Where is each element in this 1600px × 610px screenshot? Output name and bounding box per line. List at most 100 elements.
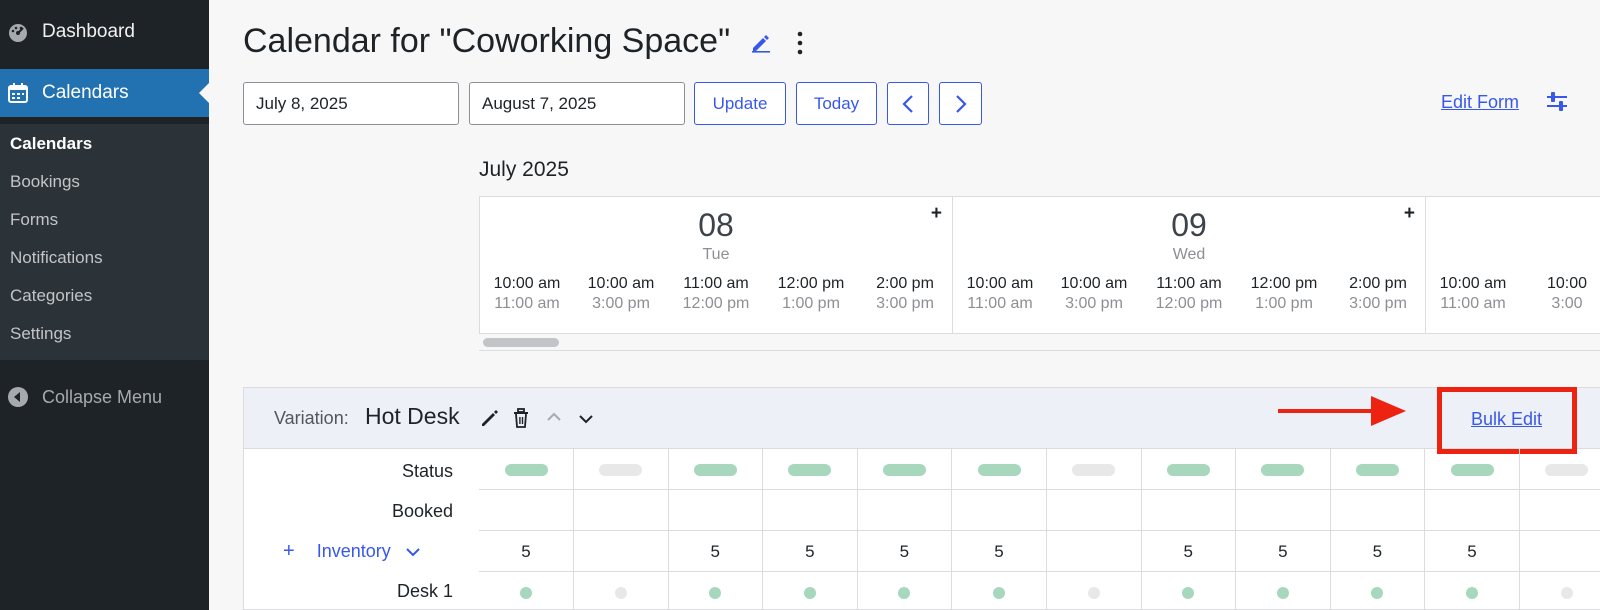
- day-name: Wed: [1172, 246, 1206, 263]
- status-cell[interactable]: [1141, 449, 1237, 490]
- booked-cell[interactable]: [1520, 490, 1600, 531]
- desk-cell[interactable]: [1236, 572, 1331, 610]
- desk-cell[interactable]: [1520, 572, 1600, 610]
- inventory-cell[interactable]: 5: [1425, 531, 1520, 572]
- edit-title-icon[interactable]: [750, 31, 772, 58]
- desk-cell[interactable]: [668, 572, 764, 610]
- inventory-cell[interactable]: 5: [479, 531, 574, 572]
- time-slot[interactable]: 12:00 pm 1:00 pm: [764, 275, 858, 313]
- desk-cell[interactable]: [1141, 572, 1237, 610]
- add-slot-button[interactable]: +: [1404, 203, 1415, 225]
- slot-end: 3:00: [1551, 295, 1583, 312]
- edit-variation-icon[interactable]: [480, 408, 500, 433]
- time-slot[interactable]: 10:00 am 11:00 am: [953, 275, 1047, 313]
- submenu-item-notifications[interactable]: Notifications: [10, 248, 103, 268]
- sidebar-item-calendars[interactable]: Calendars: [0, 69, 209, 117]
- status-cell[interactable]: [1425, 449, 1520, 490]
- booked-cell[interactable]: [1236, 490, 1331, 531]
- time-slot[interactable]: 11:00 am 12:00 pm: [669, 275, 763, 313]
- status-cell[interactable]: [763, 449, 858, 490]
- booked-cell[interactable]: [1047, 490, 1142, 531]
- inventory-cell[interactable]: 5: [1141, 531, 1237, 572]
- desk-cell[interactable]: [1330, 572, 1426, 610]
- time-slot[interactable]: 10:00 3:00: [1520, 275, 1600, 313]
- time-slot[interactable]: 10:00 am 3:00 pm: [574, 275, 668, 313]
- status-pill: [1261, 463, 1305, 476]
- chevron-up-icon[interactable]: [546, 410, 562, 428]
- booked-row: [479, 490, 1600, 531]
- inventory-cell[interactable]: 5: [668, 531, 764, 572]
- end-date-input[interactable]: [469, 82, 685, 125]
- time-slot[interactable]: 10:00 am 11:00 am: [1426, 275, 1520, 313]
- scrollbar-thumb[interactable]: [483, 338, 559, 347]
- time-slot[interactable]: 2:00 pm 3:00 pm: [1331, 275, 1425, 313]
- today-button[interactable]: Today: [796, 82, 877, 125]
- status-cell[interactable]: [1330, 449, 1426, 490]
- more-options-icon[interactable]: [795, 30, 805, 61]
- next-button[interactable]: [939, 82, 982, 125]
- desk-cell[interactable]: [952, 572, 1047, 610]
- submenu-item-settings[interactable]: Settings: [10, 324, 71, 344]
- annotation-arrow-icon: [1278, 396, 1406, 426]
- sliders-icon[interactable]: [1545, 91, 1569, 118]
- time-slot[interactable]: 2:00 pm 3:00 pm: [858, 275, 952, 313]
- inventory-toggle[interactable]: + Inventory: [283, 540, 421, 563]
- slot-end: 11:00 am: [494, 295, 560, 312]
- collapse-menu-button[interactable]: Collapse Menu: [0, 380, 209, 414]
- start-date-input[interactable]: [243, 82, 459, 125]
- inventory-cell[interactable]: 5: [1236, 531, 1331, 572]
- status-cell[interactable]: [952, 449, 1047, 490]
- inventory-cell[interactable]: 5: [952, 531, 1047, 572]
- desk-cell[interactable]: [857, 572, 953, 610]
- inventory-cell[interactable]: [1047, 531, 1142, 572]
- status-cell[interactable]: [1520, 449, 1600, 490]
- add-slot-button[interactable]: +: [931, 203, 942, 225]
- inventory-cell[interactable]: 5: [1330, 531, 1426, 572]
- submenu-item-bookings[interactable]: Bookings: [10, 172, 80, 192]
- sidebar-item-dashboard[interactable]: Dashboard: [0, 14, 209, 50]
- submenu-item-calendars[interactable]: Calendars: [10, 134, 92, 154]
- time-slot[interactable]: 12:00 pm 1:00 pm: [1237, 275, 1331, 313]
- booked-cell[interactable]: [952, 490, 1047, 531]
- trash-icon[interactable]: [512, 408, 530, 433]
- inventory-cell[interactable]: 5: [857, 531, 953, 572]
- status-cell[interactable]: [857, 449, 953, 490]
- time-slot[interactable]: 11:00 am 12:00 pm: [1142, 275, 1236, 313]
- status-cell[interactable]: [668, 449, 764, 490]
- desk-cell[interactable]: [1047, 572, 1142, 610]
- booked-cell[interactable]: [668, 490, 764, 531]
- admin-sidebar: Dashboard Calendars Calendars Bookings F…: [0, 0, 209, 610]
- booked-cell[interactable]: [857, 490, 953, 531]
- status-cell[interactable]: [574, 449, 669, 490]
- inventory-cell[interactable]: [574, 531, 669, 572]
- desk-cell[interactable]: [574, 572, 669, 610]
- horizontal-scrollbar[interactable]: [479, 334, 1600, 351]
- inventory-cell[interactable]: 5: [763, 531, 858, 572]
- booked-cell[interactable]: [1141, 490, 1237, 531]
- status-pill: [788, 463, 832, 476]
- booked-cell[interactable]: [763, 490, 858, 531]
- booked-cell[interactable]: [574, 490, 669, 531]
- booked-cell[interactable]: [1330, 490, 1426, 531]
- collapse-menu-label: Collapse Menu: [42, 386, 163, 407]
- status-cell[interactable]: [1047, 449, 1142, 490]
- variation-label: Variation:: [274, 408, 349, 428]
- status-cell[interactable]: [1236, 449, 1331, 490]
- edit-form-link[interactable]: Edit Form: [1441, 92, 1519, 113]
- desk-cell[interactable]: [1425, 572, 1520, 610]
- booked-cell[interactable]: [1425, 490, 1520, 531]
- add-inventory-icon[interactable]: +: [283, 540, 295, 563]
- chevron-down-icon[interactable]: [578, 412, 594, 430]
- status-cell[interactable]: [479, 449, 574, 490]
- desk-cell[interactable]: [479, 572, 574, 610]
- day-column: 10:00 am 11:00 am 10:00 3:00: [1426, 197, 1600, 333]
- prev-button[interactable]: [887, 82, 929, 125]
- booked-cell[interactable]: [479, 490, 574, 531]
- submenu-item-forms[interactable]: Forms: [10, 210, 58, 230]
- inventory-cell[interactable]: [1520, 531, 1600, 572]
- update-button[interactable]: Update: [694, 82, 786, 125]
- time-slot[interactable]: 10:00 am 3:00 pm: [1047, 275, 1141, 313]
- desk-cell[interactable]: [763, 572, 858, 610]
- submenu-item-categories[interactable]: Categories: [10, 286, 92, 306]
- time-slot[interactable]: 10:00 am 11:00 am: [480, 275, 574, 313]
